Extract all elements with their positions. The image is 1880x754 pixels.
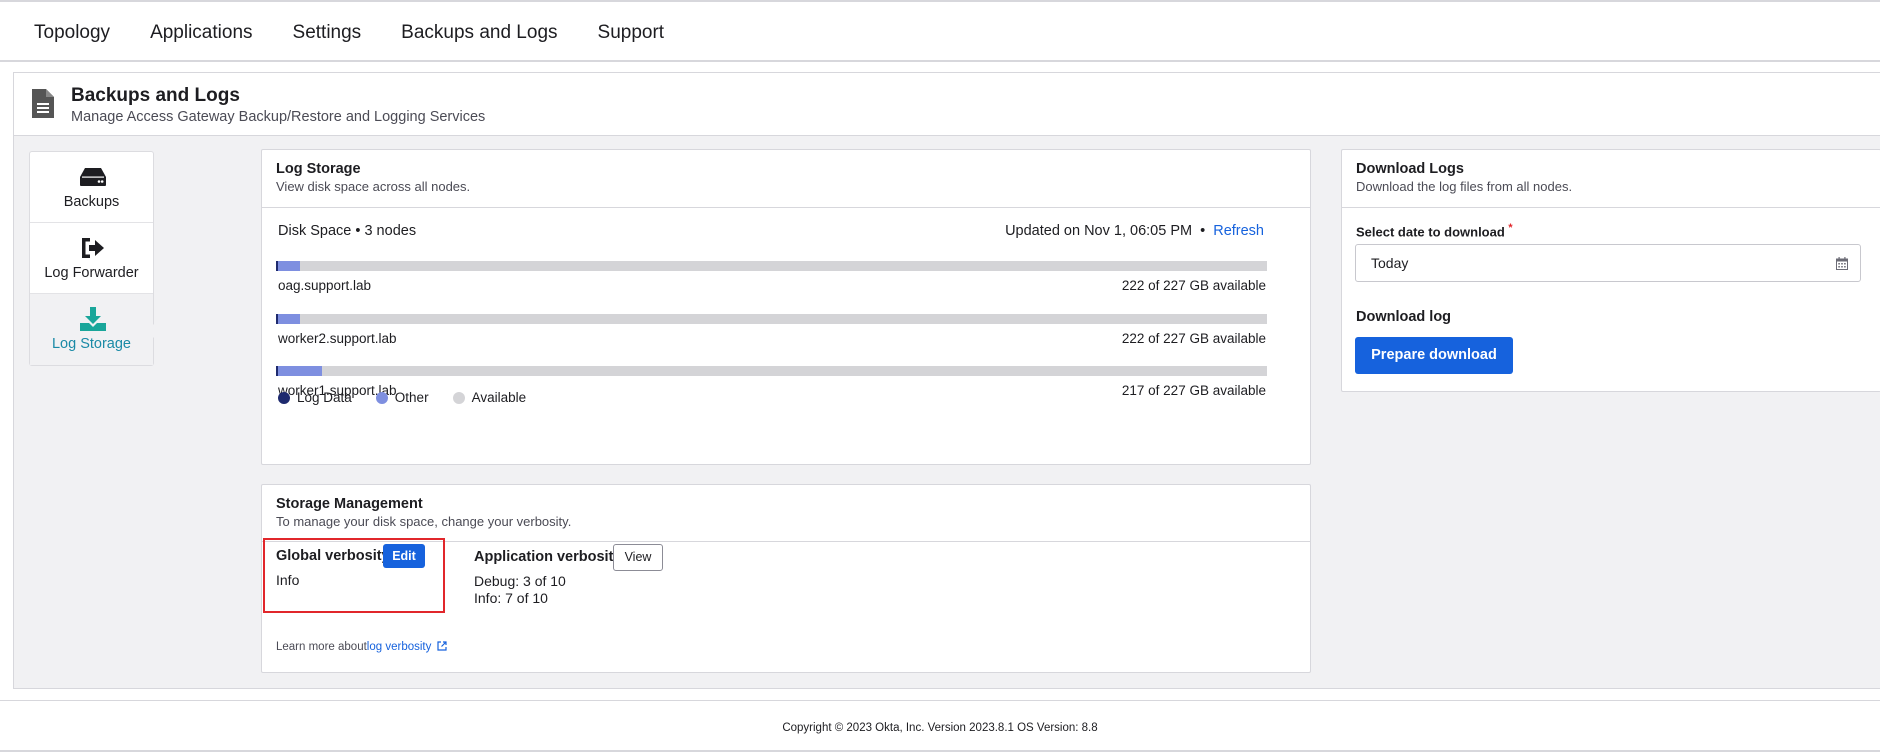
- download-icon: [80, 307, 106, 331]
- required-marker: *: [1508, 222, 1513, 234]
- global-verbosity-title: Global verbosity: [276, 548, 390, 564]
- date-picker-input[interactable]: Today: [1355, 244, 1861, 282]
- page-header: Backups and Logs Manage Access Gateway B…: [14, 73, 1880, 136]
- active-indicator-arrow: [153, 324, 160, 338]
- legend-label: Available: [471, 390, 527, 405]
- date-field-label-text: Select date to download: [1356, 224, 1505, 240]
- legend-label: Log Data: [297, 390, 352, 405]
- learn-more-prefix: Learn more about: [276, 641, 367, 653]
- node-available: 222 of 227 GB available: [1121, 331, 1266, 346]
- card-title: Log Storage: [276, 161, 361, 177]
- sidebar-item-label: Backups: [63, 194, 120, 210]
- node-available: 222 of 227 GB available: [1121, 278, 1266, 293]
- document-icon: [32, 89, 54, 118]
- edit-global-verbosity-button[interactable]: Edit: [383, 544, 425, 568]
- log-storage-card: Log Storage View disk space across all n…: [261, 149, 1311, 465]
- calendar-icon[interactable]: [1836, 257, 1848, 270]
- sign-out-icon: [82, 238, 104, 258]
- prepare-download-button[interactable]: Prepare download: [1355, 337, 1513, 374]
- bar-other-segment: [277, 366, 322, 376]
- learn-more-text: Learn more aboutlog verbosity: [276, 641, 447, 653]
- external-link-icon: [436, 641, 447, 651]
- disk-usage-bar: [276, 314, 1267, 324]
- disk-space-label: Disk Space • 3 nodes: [278, 223, 417, 239]
- sidebar-item-label: Log Storage: [51, 336, 131, 352]
- top-nav: Topology Applications Settings Backups a…: [14, 4, 684, 62]
- updated-timestamp: Updated on Nov 1, 06:05 PM: [1005, 223, 1193, 239]
- download-logs-card: Download Logs Download the log files fro…: [1341, 149, 1880, 392]
- divider: [1342, 207, 1880, 208]
- side-navigation: Backups Log Forwarder Log Storage: [29, 151, 160, 366]
- page-title: Backups and Logs: [71, 85, 240, 106]
- main-content: Backups and Logs Manage Access Gateway B…: [13, 72, 1880, 689]
- global-verbosity-value: Info: [276, 572, 300, 588]
- top-navigation-bar: Topology Applications Settings Backups a…: [0, 0, 1880, 62]
- date-value: Today: [1371, 255, 1409, 271]
- bar-other-segment: [277, 314, 300, 324]
- legend-swatch: [452, 391, 465, 404]
- sidebar-item-log-forwarder[interactable]: Log Forwarder: [30, 223, 153, 294]
- bar-other-segment: [277, 261, 300, 271]
- disk-usage-bar: [276, 261, 1267, 271]
- log-verbosity-link[interactable]: log verbosity: [367, 641, 432, 653]
- node-name: oag.support.lab: [278, 278, 372, 293]
- info-count: Info: 7 of 10: [474, 590, 548, 606]
- disk-usage-bar: [276, 366, 1267, 376]
- application-verbosity-title: Application verbosity: [474, 549, 622, 565]
- debug-count: Debug: 3 of 10: [474, 573, 566, 589]
- sidebar-item-label: Log Forwarder: [44, 265, 139, 281]
- legend-swatch: [278, 391, 290, 404]
- node-available: 217 of 227 GB available: [1121, 383, 1266, 398]
- legend-label: Other: [394, 390, 429, 405]
- legend-item-other: Other: [375, 390, 429, 405]
- nav-settings[interactable]: Settings: [273, 22, 382, 44]
- nav-support[interactable]: Support: [578, 22, 685, 44]
- storage-management-card: Storage Management To manage your disk s…: [261, 484, 1311, 673]
- legend-swatch: [375, 391, 388, 404]
- nav-applications[interactable]: Applications: [130, 22, 272, 44]
- hard-drive-icon: [80, 168, 106, 186]
- page-subtitle: Manage Access Gateway Backup/Restore and…: [71, 109, 486, 125]
- sidebar-item-backups[interactable]: Backups: [30, 152, 153, 223]
- nav-topology[interactable]: Topology: [14, 22, 130, 44]
- nav-backups-and-logs[interactable]: Backups and Logs: [381, 22, 577, 44]
- divider: [262, 207, 1310, 208]
- copyright-text: Copyright © 2023 Okta, Inc. Version 2023…: [782, 722, 1098, 734]
- view-application-verbosity-button[interactable]: View: [613, 544, 663, 571]
- separator-dot: •: [1200, 223, 1206, 239]
- updated-status: Updated on Nov 1, 06:05 PM • Refresh: [1005, 223, 1264, 239]
- download-log-label: Download log: [1356, 309, 1452, 325]
- refresh-link[interactable]: Refresh: [1213, 223, 1264, 239]
- node-name: worker2.support.lab: [278, 331, 397, 346]
- date-field-label: Select date to download *: [1356, 222, 1513, 239]
- legend-item-available: Available: [452, 390, 527, 405]
- legend-item-log-data: Log Data: [278, 390, 352, 405]
- chart-legend: Log Data Other Available: [278, 390, 550, 405]
- card-title: Storage Management: [276, 496, 423, 512]
- card-subtitle: View disk space across all nodes.: [276, 179, 471, 194]
- footer: Copyright © 2023 Okta, Inc. Version 2023…: [0, 700, 1880, 752]
- card-title: Download Logs: [1356, 161, 1464, 177]
- sidebar-item-log-storage[interactable]: Log Storage: [30, 294, 153, 365]
- card-subtitle: Download the log files from all nodes.: [1356, 179, 1573, 194]
- card-subtitle: To manage your disk space, change your v…: [276, 514, 572, 529]
